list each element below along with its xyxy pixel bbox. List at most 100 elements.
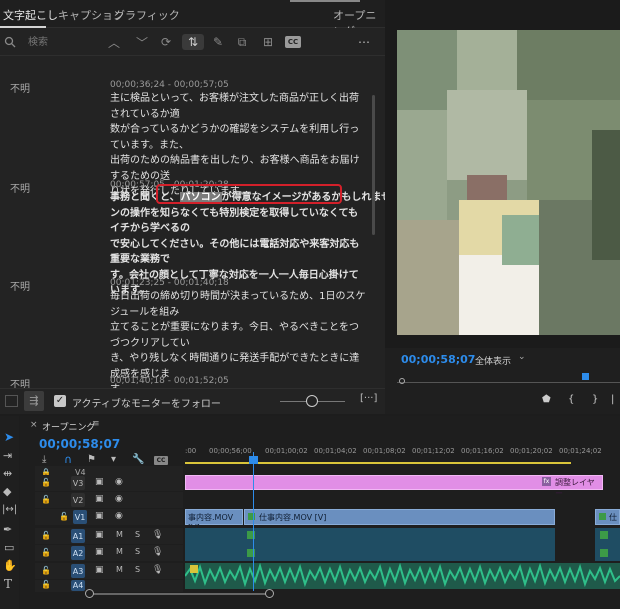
playhead-line[interactable] — [253, 452, 254, 591]
captions-icon[interactable]: CC — [154, 456, 168, 465]
razor-icon[interactable]: ◆ — [3, 485, 11, 498]
sync-lock-icon[interactable]: ▣ — [95, 477, 104, 487]
scrub-track[interactable] — [397, 382, 620, 383]
timeline-timecode[interactable]: 00;00;58;07 — [39, 437, 120, 451]
mute-button[interactable]: M — [116, 565, 123, 574]
timeline-tab[interactable]: オープニング — [42, 420, 95, 433]
sync-icon[interactable]: ⇶ — [24, 391, 44, 411]
lock-icon[interactable]: 🔓 — [41, 566, 51, 575]
microphone-icon[interactable]: 🎙 — [152, 530, 163, 540]
playhead-head[interactable] — [249, 456, 258, 464]
audio-waveform — [185, 563, 620, 588]
snap-icon[interactable]: ∩ — [64, 453, 72, 466]
ripple-edit-icon[interactable]: ⇹ — [3, 467, 12, 480]
nest-icon[interactable]: ⤓ — [42, 454, 46, 465]
clip-audio-a3-a4[interactable] — [185, 563, 620, 589]
clip-audio-a1-a2[interactable] — [185, 528, 555, 561]
tab-transcript[interactable]: 文字起こし — [3, 7, 58, 23]
lock-icon[interactable]: 🔓 — [41, 548, 51, 557]
group-icon[interactable]: ⊞ — [260, 34, 276, 50]
solo-button[interactable]: S — [135, 530, 140, 539]
track-select-icon[interactable]: ⇥ — [3, 449, 12, 462]
scrub-start[interactable] — [399, 378, 405, 384]
track-label[interactable]: V3 — [71, 476, 85, 490]
zoom-select[interactable]: 全体表示 — [475, 354, 511, 367]
go-to-in-icon[interactable]: | — [611, 394, 614, 405]
segment-timecode[interactable]: 00;00;36;24 - 00;00;57;05 — [110, 80, 229, 90]
mark-in-icon[interactable]: { — [568, 394, 574, 405]
clip-v1-a[interactable]: 事内容.MOV [V] — [185, 509, 243, 532]
track-label[interactable]: V2 — [71, 493, 85, 507]
scroll-handle-right[interactable] — [265, 589, 274, 598]
sync-lock-icon[interactable]: ▣ — [95, 511, 104, 521]
lock-icon[interactable]: 🔓 — [41, 495, 51, 504]
clip-v1-b[interactable]: 仕事内容.MOV [V] — [244, 509, 555, 525]
chevron-up-icon[interactable]: ︿ — [106, 34, 122, 50]
transcript-scrollbar[interactable] — [372, 95, 375, 235]
clip-v1-c[interactable]: 仕 — [595, 509, 620, 525]
eye-icon[interactable]: ◉ — [115, 477, 123, 487]
menu-icon[interactable]: ≡ — [92, 419, 100, 429]
zoom-slider-handle[interactable] — [306, 395, 318, 407]
track-label[interactable]: A2 — [71, 546, 85, 560]
eye-icon[interactable]: ◉ — [115, 494, 123, 504]
linked-selection-icon[interactable]: ⚑ — [87, 454, 96, 465]
settings-wrench-icon[interactable]: 🔧 — [132, 454, 144, 465]
track-label[interactable]: A4 — [71, 580, 85, 591]
search-input[interactable] — [20, 33, 90, 51]
tab-graphics[interactable]: グラフィック — [114, 7, 180, 23]
slip-icon[interactable]: |↔| — [2, 504, 17, 515]
segment-timecode[interactable]: 00;01;40;18 - 00;01;52;05 — [110, 376, 229, 386]
sync-lock-icon[interactable]: ▣ — [95, 530, 104, 540]
clip-adjustment-layer[interactable]: fx 調整レイヤー — [185, 475, 603, 498]
more-options-icon[interactable]: ⋯ — [356, 34, 372, 50]
hand-icon[interactable]: ✋ — [3, 559, 17, 572]
scroll-handle-left[interactable] — [85, 589, 94, 598]
track-label[interactable]: A1 — [71, 529, 85, 543]
clip-audio-a1-a2-b[interactable] — [595, 528, 620, 561]
zoom-dropdown-icon[interactable]: ⌄ — [518, 352, 526, 362]
speaker-label[interactable]: 不明 — [10, 180, 30, 195]
playhead-marker[interactable] — [582, 373, 589, 380]
timeline-scrollbar[interactable] — [90, 593, 270, 595]
split-segment-icon[interactable]: ⇅ — [182, 34, 204, 50]
solo-button[interactable]: S — [135, 565, 140, 574]
marker-icon[interactable]: ⬟ — [542, 394, 551, 405]
mute-button[interactable]: M — [116, 547, 123, 556]
more-icon[interactable]: [···] — [360, 393, 377, 404]
speaker-label[interactable]: 不明 — [10, 278, 30, 293]
mute-button[interactable]: M — [116, 530, 123, 539]
microphone-icon[interactable]: 🎙 — [152, 565, 163, 575]
follow-monitor-checkbox[interactable]: ✓ — [54, 395, 66, 407]
pen-icon[interactable]: ✒ — [3, 523, 12, 536]
refresh-icon[interactable]: ⟳ — [158, 34, 174, 50]
import-icon[interactable] — [5, 395, 18, 407]
close-icon[interactable]: × — [30, 420, 38, 430]
work-area-bar[interactable] — [185, 462, 571, 464]
chevron-down-icon[interactable]: ﹀ — [134, 34, 150, 50]
track-label[interactable]: A3 — [71, 564, 85, 578]
selection-tool-icon[interactable]: ➤ — [4, 430, 14, 444]
eye-icon[interactable]: ◉ — [115, 511, 123, 521]
lock-icon[interactable]: 🔓 — [41, 531, 51, 540]
merge-segments-icon[interactable]: ⧉ — [234, 34, 250, 50]
solo-button[interactable]: S — [135, 547, 140, 556]
pencil-icon[interactable]: ✎ — [210, 34, 226, 50]
sync-lock-icon[interactable]: ▣ — [95, 494, 104, 504]
program-timecode[interactable]: 00;00;58;07 — [401, 353, 475, 366]
lock-icon[interactable]: 🔓 — [59, 512, 69, 521]
lock-icon[interactable]: 🔓 — [41, 580, 51, 589]
sync-lock-icon[interactable]: ▣ — [95, 565, 104, 575]
transcript-footer: ⇶ ✓ アクティブなモニターをフォロー [···] — [0, 388, 385, 414]
type-tool-icon[interactable]: T — [4, 577, 12, 591]
lock-icon[interactable]: 🔓 — [41, 478, 51, 487]
rectangle-icon[interactable]: ▭ — [4, 541, 14, 554]
microphone-icon[interactable]: 🎙 — [152, 547, 163, 557]
speaker-label[interactable]: 不明 — [10, 80, 30, 95]
track-label[interactable]: V1 — [73, 510, 87, 524]
mark-out-icon[interactable]: } — [592, 394, 598, 405]
add-marker-icon[interactable]: ▾ — [111, 454, 116, 465]
segment-timecode[interactable]: 00;01;23;25 - 00;01;40;18 — [110, 278, 229, 288]
captions-cc-icon[interactable]: CC — [285, 36, 301, 48]
sync-lock-icon[interactable]: ▣ — [95, 547, 104, 557]
